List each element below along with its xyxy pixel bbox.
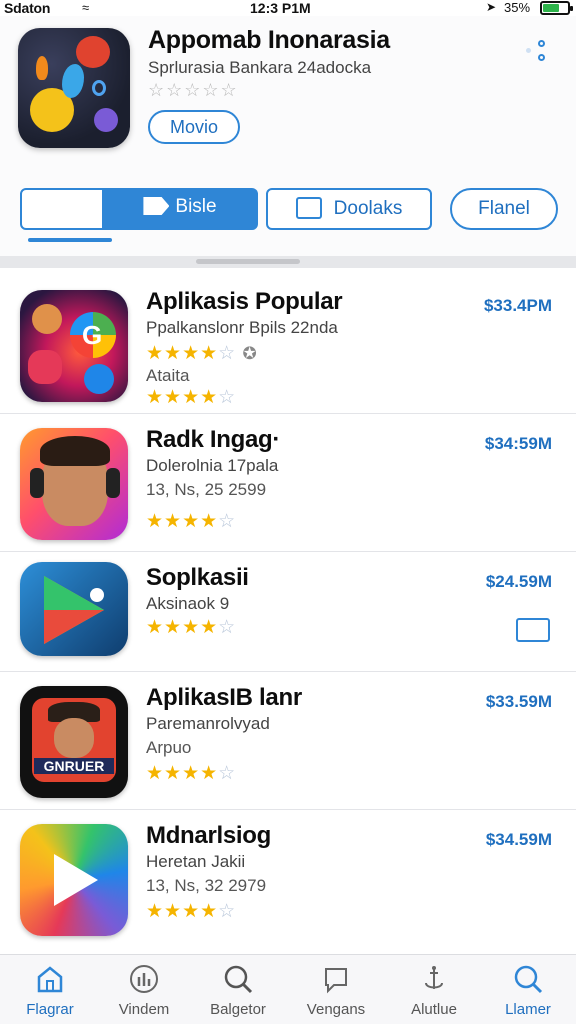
list-item[interactable]: Soplkasii Aksinaok 9 ★★★★☆ $24.59M	[0, 552, 576, 672]
list-item[interactable]: Mdnarlsiog Heretan Jakii 13, Ns, 32 2979…	[0, 810, 576, 948]
hero-rating-stars: ☆☆☆☆☆	[148, 80, 239, 100]
tab-search-2[interactable]: Llamer	[480, 963, 576, 1018]
app-icon-profile[interactable]	[20, 428, 128, 540]
app-header: Appomab Inonarasia Sprlurasia Bankara 24…	[0, 16, 576, 258]
app-icon-text: GNRUER	[34, 758, 114, 774]
segment-first-active[interactable]: Bisle	[102, 188, 258, 230]
segment-last[interactable]: Flanel	[450, 188, 558, 230]
segment-first[interactable]: Bisle	[20, 188, 258, 230]
app-category: Ataita	[146, 366, 190, 385]
battery-icon	[540, 1, 573, 15]
tab-search[interactable]: Balgetor	[190, 963, 286, 1018]
app-icon-colorful[interactable]	[20, 824, 128, 936]
hero-title: Appomab Inonarasia	[148, 26, 390, 54]
tab-charts[interactable]: Vindem	[96, 963, 192, 1018]
app-rating-stars: ★★★★☆	[146, 511, 237, 532]
more-options-icon[interactable]	[526, 40, 552, 68]
home-icon	[34, 963, 66, 995]
tab-bar: Flagrar Vindem Balgetor Vengans Alutlue …	[0, 954, 576, 1024]
app-title: AplikasIB lanr	[146, 684, 302, 711]
app-title: Mdnarlsiog	[146, 822, 272, 849]
app-subtitle: Heretan Jakii	[146, 852, 246, 871]
status-bar: Sdaton ≈ 12:3 P1M ➤ 35%	[0, 0, 576, 16]
search-icon	[222, 963, 254, 995]
location-icon: ➤	[486, 0, 497, 14]
app-subtitle: Paremanrolvyad	[146, 714, 270, 733]
app-price[interactable]: $33.4PM	[484, 296, 552, 316]
segmented-control: Bisle Doolaks Flanel	[0, 188, 576, 232]
carrier-label: Sdaton	[4, 0, 51, 16]
tab-chat[interactable]: Vengans	[288, 963, 384, 1018]
app-category: Arpuo	[146, 738, 192, 757]
app-icon-play[interactable]	[20, 562, 128, 656]
app-rating-stars: ★★★★☆	[146, 387, 237, 408]
clock: 12:3 P1M	[250, 0, 311, 16]
app-subtitle: Aksinaok 9	[146, 594, 230, 613]
camera-icon[interactable]	[516, 618, 550, 642]
tab-anchor[interactable]: Alutlue	[386, 963, 482, 1018]
app-price[interactable]: $34.59M	[486, 830, 552, 850]
segment-mid-label: Doolaks	[333, 198, 403, 219]
hero-subtitle: Sprlurasia Bankara 24adocka	[148, 58, 372, 77]
chat-icon	[320, 963, 352, 995]
segment-mid[interactable]: Doolaks	[266, 188, 432, 230]
list-item[interactable]: G Aplikasis Popular Ppalkanslonr Bpils 2…	[0, 276, 576, 414]
charts-icon	[128, 963, 160, 995]
wifi-icon: ≈	[82, 0, 90, 15]
app-title: Radk Ingag·	[146, 426, 281, 453]
list-item[interactable]: GNRUER AplikasIB lanr Paremanrolvyad Arp…	[0, 672, 576, 810]
anchor-icon	[418, 963, 450, 995]
chat-bubble-icon	[295, 197, 322, 219]
segment-last-label: Flanel	[478, 198, 530, 219]
app-price[interactable]: $24.59M	[486, 572, 552, 592]
tab-home[interactable]: Flagrar	[2, 963, 98, 1018]
app-title: Soplkasii	[146, 564, 249, 591]
app-rating-stars: ★★★★☆	[146, 763, 237, 784]
app-icon-popular[interactable]: G	[20, 290, 128, 402]
segment-underline	[28, 238, 112, 242]
app-meta: 13, Ns, 32 2979	[146, 876, 267, 895]
list-item[interactable]: Radk Ingag· Dolerolnia 17pala 13, Ns, 25…	[0, 414, 576, 552]
app-rating-stars: ★★★★☆	[146, 617, 237, 638]
app-list: G Aplikasis Popular Ppalkanslonr Bpils 2…	[0, 276, 576, 948]
sheet-divider[interactable]	[0, 256, 576, 268]
search-icon	[512, 963, 544, 995]
drag-handle[interactable]	[196, 259, 300, 264]
hero-app-icon[interactable]	[18, 28, 130, 148]
segment-first-label: Bisle	[175, 196, 217, 217]
battery-percent: 35%	[504, 0, 531, 15]
app-price[interactable]: $34:59M	[485, 434, 552, 454]
app-rating-stars: ★★★★☆ ✪	[146, 343, 258, 364]
app-icon-gamer[interactable]: GNRUER	[20, 686, 128, 798]
award-icon: ✪	[242, 344, 258, 363]
app-subtitle: Dolerolnia 17pala	[146, 456, 279, 475]
app-rating-stars: ★★★★☆	[146, 901, 237, 922]
app-subtitle: Ppalkanslonr Bpils 22nda	[146, 318, 338, 337]
app-price[interactable]: $33.59M	[486, 692, 552, 712]
hero-action-button[interactable]: Movio	[148, 110, 240, 144]
app-title: Aplikasis Popular	[146, 288, 343, 315]
app-meta: 13, Ns, 25 2599	[146, 480, 267, 499]
video-chip-icon	[143, 197, 170, 215]
